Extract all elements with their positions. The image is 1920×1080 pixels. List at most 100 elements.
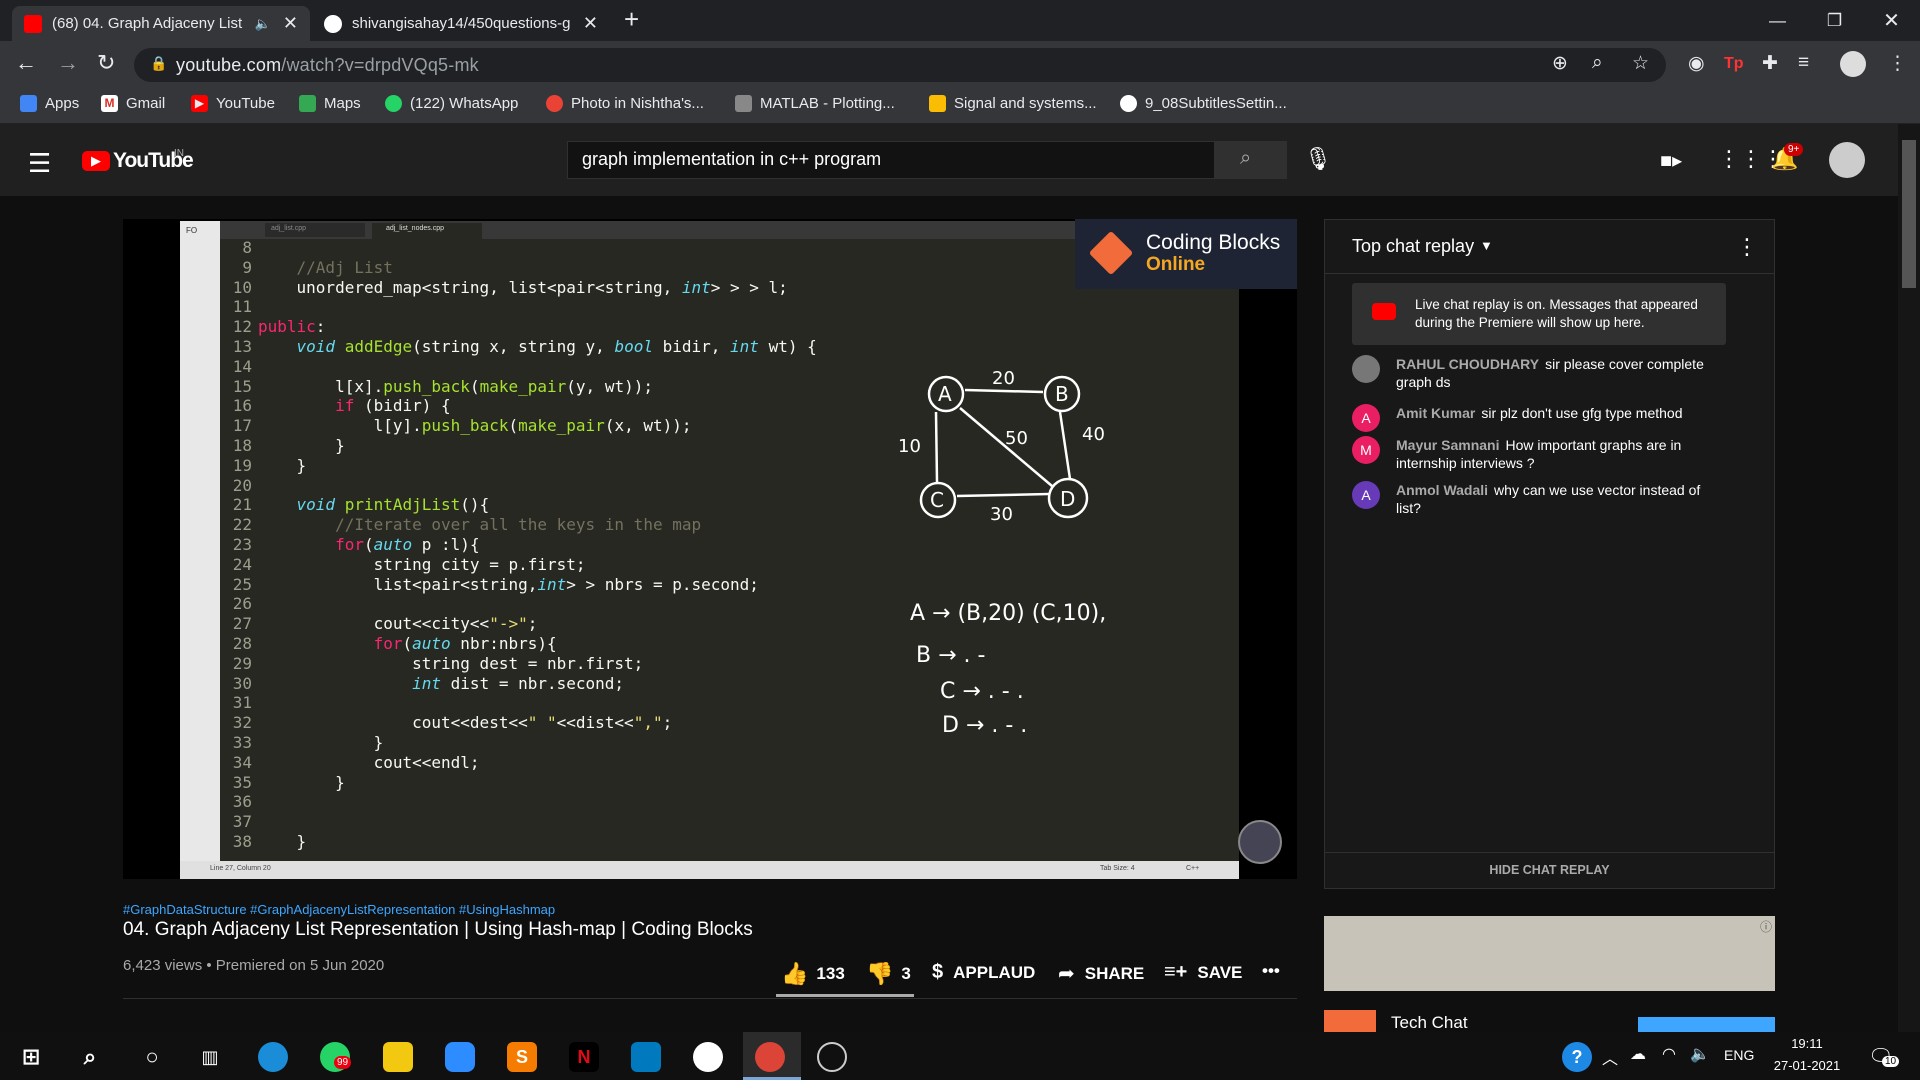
ad-info-icon[interactable]: ⓘ <box>1760 918 1772 935</box>
show-hidden-icons-icon[interactable]: ︿ <box>1602 1045 1618 1069</box>
bookmark-matlab[interactable]: MATLAB - Plotting... <box>735 95 895 112</box>
windows-search-icon[interactable]: ⌕ <box>75 1042 105 1072</box>
bookmark-gmail[interactable]: M Gmail <box>101 95 165 112</box>
youtube-icon: ▶ <box>191 95 208 112</box>
clock-time[interactable]: 19:11 <box>1772 1036 1842 1051</box>
bookmark-signal[interactable]: Signal and systems... <box>929 95 1097 112</box>
bookmark-apps[interactable]: Apps <box>20 95 79 112</box>
close-tab-icon[interactable]: ✕ <box>283 13 298 34</box>
tech-chat-thumbnail[interactable] <box>1324 1010 1376 1032</box>
windows-start-icon[interactable]: ⊞ <box>16 1042 46 1072</box>
like-button[interactable]: 👍 133 <box>781 961 845 987</box>
chat-menu-icon[interactable]: ⋮ <box>1736 234 1758 260</box>
save-button[interactable]: ≡+ SAVE <box>1164 961 1242 984</box>
line-number: 36 <box>232 792 252 812</box>
bookmark-subtitles[interactable]: 9_08SubtitlesSettin... <box>1120 95 1287 112</box>
zoom-icon[interactable]: ⌕ <box>1592 52 1603 74</box>
notification-badge: 9+ <box>1784 143 1804 156</box>
bookmark-youtube[interactable]: ▶ YouTube <box>191 95 275 112</box>
bookmark-photo[interactable]: Photo in Nishtha's... <box>546 95 704 112</box>
netflix-icon[interactable]: N <box>569 1042 599 1072</box>
video-hashtags[interactable]: #GraphDataStructure #GraphAdjacenyListRe… <box>123 902 555 917</box>
code-line: for(auto nbr:nbrs){ <box>373 634 557 653</box>
share-button[interactable]: ➦ SHARE <box>1058 961 1144 986</box>
wifi-icon[interactable]: ◠ <box>1662 1044 1676 1064</box>
presenter-avatar <box>1238 820 1282 864</box>
video-title: 04. Graph Adjaceny List Representation |… <box>123 919 753 940</box>
bookmark-whatsapp[interactable]: (122) WhatsApp <box>385 95 518 112</box>
code-line: //Iterate over all the keys in the map <box>258 515 702 535</box>
sidebar-ad-banner[interactable] <box>1324 916 1775 991</box>
onedrive-icon[interactable]: ☁ <box>1630 1044 1646 1064</box>
editor-statusbar <box>180 861 1239 879</box>
graph-node-a: A <box>938 382 952 406</box>
restore-icon[interactable]: ❐ <box>1806 0 1863 41</box>
bookmark-star-icon[interactable]: ☆ <box>1632 52 1649 75</box>
code-line: if (bidir) { <box>335 396 451 416</box>
url-text[interactable]: youtube.com/watch?v=drpdVQq5-mk <box>176 55 479 76</box>
slack-icon[interactable] <box>693 1042 723 1072</box>
line-number: 29 <box>232 653 252 673</box>
back-icon[interactable]: ← <box>15 50 37 76</box>
reload-icon[interactable]: ↻ <box>97 50 115 76</box>
bookmark-maps[interactable]: Maps <box>299 95 361 112</box>
install-icon[interactable]: ⊕ <box>1552 52 1568 75</box>
tab-github[interactable]: shivangisahay14/450questions-g ✕ <box>312 6 610 41</box>
trello-icon[interactable] <box>631 1042 661 1072</box>
clock-date[interactable]: 27-01-2021 <box>1762 1058 1852 1073</box>
edge-icon[interactable] <box>258 1042 288 1072</box>
code-line: cout<<city<<"->"; <box>258 614 538 634</box>
line-number: 25 <box>232 574 252 594</box>
chrome-menu-icon[interactable]: ⋮ <box>1888 52 1907 75</box>
chat-dropdown-icon[interactable]: ▼ <box>1480 238 1493 253</box>
minimize-icon[interactable]: — <box>1749 0 1806 41</box>
hamburger-menu-icon[interactable]: ☰ <box>28 148 51 179</box>
speaker-muted-icon[interactable]: 🔈 <box>255 16 271 32</box>
tab-title: shivangisahay14/450questions-g <box>352 15 571 32</box>
close-tab-icon[interactable]: ✕ <box>583 13 598 34</box>
sidebar-next-title[interactable]: Tech Chat <box>1391 1013 1468 1033</box>
obs-icon[interactable] <box>817 1042 847 1072</box>
line-number: 20 <box>232 475 252 495</box>
zoom-icon[interactable] <box>445 1042 475 1072</box>
line-number: 30 <box>232 673 252 693</box>
profile-avatar[interactable] <box>1840 51 1866 77</box>
note-line-c: C → . - . <box>940 679 1024 704</box>
weight-cd: 30 <box>990 504 1013 525</box>
extensions-puzzle-icon[interactable]: ✚ <box>1762 52 1778 75</box>
scrollbar-thumb[interactable] <box>1902 140 1916 288</box>
volume-icon[interactable]: 🔈 <box>1690 1044 1710 1064</box>
extension-tp-icon[interactable]: Tp <box>1724 55 1744 73</box>
sidebar-next-button[interactable] <box>1638 1017 1775 1032</box>
whatsapp-badge: 99 <box>334 1056 352 1069</box>
cortana-icon[interactable]: ○ <box>137 1042 167 1072</box>
applaud-button[interactable]: $ APPLAUD <box>932 961 1035 984</box>
code-line: list<pair<string,int> > nbrs = p.second; <box>258 574 759 594</box>
help-icon[interactable]: ? <box>1562 1042 1592 1072</box>
code-line: cout<<dest<<" "<<dist<<","; <box>258 713 673 733</box>
account-avatar[interactable] <box>1829 142 1865 178</box>
chat-header-title[interactable]: Top chat replay <box>1352 236 1474 257</box>
lock-icon[interactable]: 🔒 <box>150 55 167 72</box>
microphone-icon[interactable]: 🎙 <box>1304 146 1332 172</box>
sublime-icon[interactable]: S <box>507 1042 537 1072</box>
task-view-icon[interactable]: ▥ <box>195 1042 225 1072</box>
close-window-icon[interactable]: ✕ <box>1863 0 1920 41</box>
more-actions-icon[interactable]: ••• <box>1262 961 1280 981</box>
code-line: string dest = nbr.first; <box>258 653 644 673</box>
note-line-d: D → . - . <box>942 713 1027 738</box>
media-control-icon[interactable]: ≡ <box>1798 52 1809 74</box>
language-indicator[interactable]: ENG <box>1724 1047 1754 1063</box>
hide-chat-replay-button[interactable]: HIDE CHAT REPLAY <box>1324 863 1775 877</box>
dislike-button[interactable]: 👎 3 <box>866 961 911 987</box>
new-tab-icon[interactable]: + <box>624 4 639 35</box>
forward-icon[interactable]: → <box>57 50 79 76</box>
create-video-icon[interactable]: ■▸ <box>1660 148 1682 173</box>
extension-record-icon[interactable]: ◉ <box>1688 52 1705 75</box>
file-explorer-icon[interactable] <box>383 1042 413 1072</box>
chrome-icon[interactable] <box>755 1042 785 1072</box>
share-icon: ➦ <box>1058 963 1075 985</box>
graph-edge <box>934 411 939 483</box>
code-line: int dist = nbr.second; <box>412 673 625 693</box>
tab-youtube[interactable]: (68) 04. Graph Adjaceny List 🔈 ✕ <box>12 6 310 41</box>
